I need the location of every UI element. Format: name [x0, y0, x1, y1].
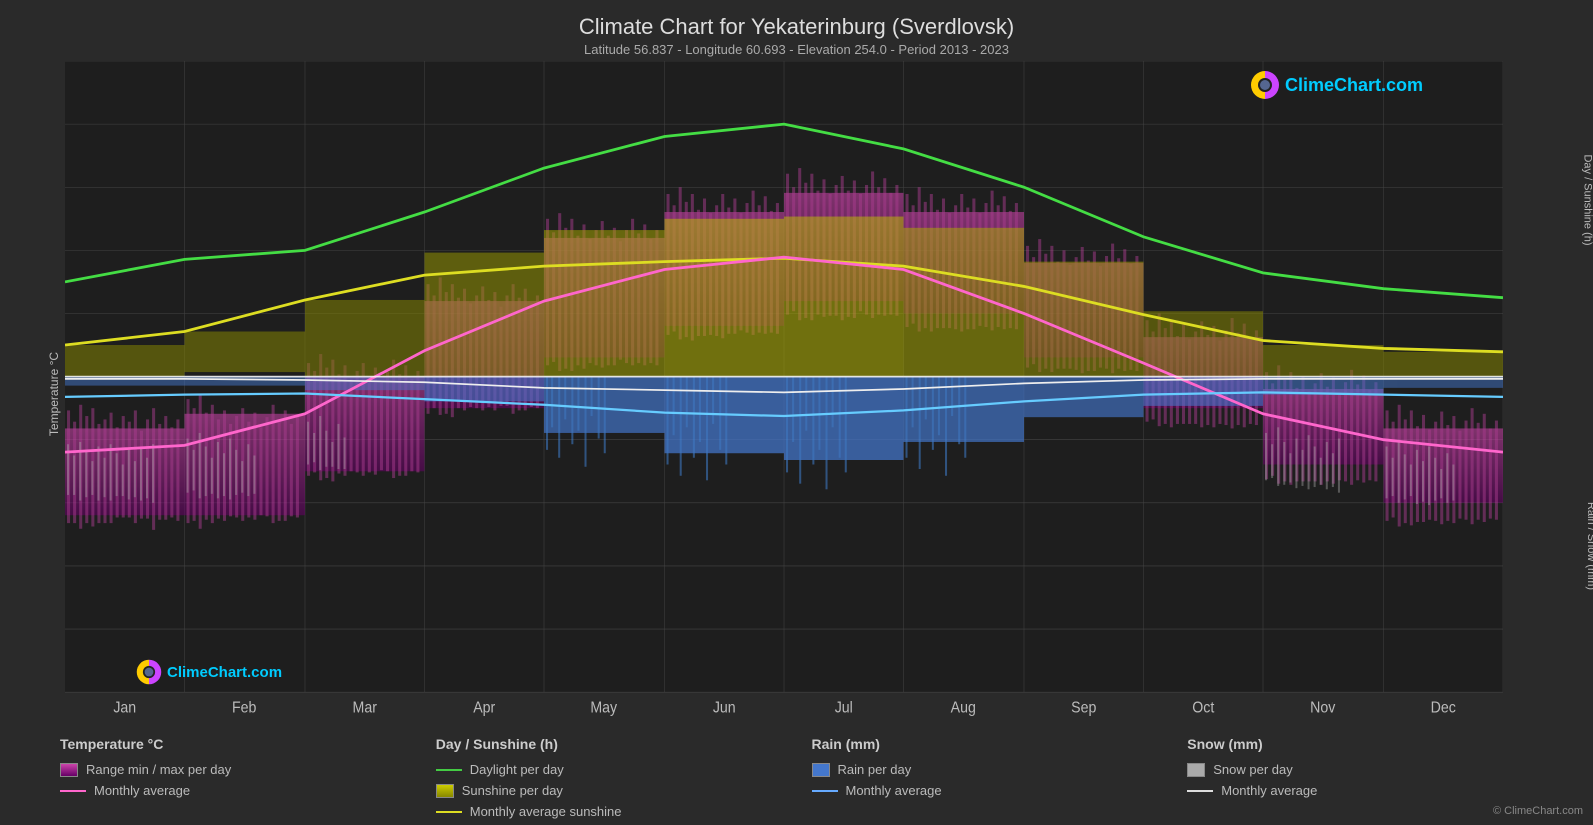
- legend-item-daylight: Daylight per day: [436, 762, 812, 777]
- svg-text:Oct: Oct: [1192, 699, 1215, 717]
- legend-item-sunshine-avg: Monthly average sunshine: [436, 804, 812, 819]
- watermark: © ClimeChart.com: [1493, 805, 1583, 817]
- legend-item-rain-bar: Rain per day: [812, 762, 1188, 777]
- svg-text:Feb: Feb: [232, 699, 256, 717]
- chart-subtitle: Latitude 56.837 - Longitude 60.693 - Ele…: [0, 42, 1593, 61]
- daylight-label: Daylight per day: [470, 762, 564, 777]
- snow-avg-label: Monthly average: [1221, 783, 1317, 798]
- legend-item-snow-bar: Snow per day: [1187, 762, 1563, 777]
- rain-avg-line: [812, 790, 838, 792]
- legend-title-temperature: Temperature °C: [60, 736, 436, 752]
- svg-text:May: May: [590, 699, 617, 717]
- svg-text:Apr: Apr: [473, 699, 495, 717]
- legend-title-rain: Rain (mm): [812, 736, 1188, 752]
- legend-area: Temperature °C Range min / max per day M…: [0, 726, 1593, 825]
- svg-text:Sep: Sep: [1071, 699, 1096, 717]
- chart-title: Climate Chart for Yekaterinburg (Sverdlo…: [0, 0, 1593, 42]
- chart-area-wrapper: Temperature °C: [10, 61, 1583, 726]
- rain-swatch: [812, 763, 830, 777]
- legend-col-temperature: Temperature °C Range min / max per day M…: [60, 736, 436, 819]
- svg-text:Nov: Nov: [1310, 699, 1336, 717]
- y-right-label-bot: Rain / Snow (mm): [1585, 502, 1593, 590]
- legend-col-sunshine: Day / Sunshine (h) Daylight per day Suns…: [436, 736, 812, 819]
- legend-item-temp-range: Range min / max per day: [60, 762, 436, 777]
- temp-avg-label: Monthly average: [94, 783, 190, 798]
- svg-text:Jan: Jan: [113, 699, 136, 717]
- legend-item-rain-avg: Monthly average: [812, 783, 1188, 798]
- chart-logo-top-right: ClimeChart.com: [1249, 69, 1423, 101]
- y-axis-left: Temperature °C: [10, 61, 65, 726]
- temp-range-label: Range min / max per day: [86, 762, 231, 777]
- rain-bar-label: Rain per day: [838, 762, 912, 777]
- y-left-label: Temperature °C: [47, 351, 61, 435]
- chart-svg: Jan Feb Mar Apr May Jun Jul Aug Sep Oct …: [65, 61, 1503, 726]
- svg-text:Dec: Dec: [1431, 699, 1457, 717]
- chart-container: Climate Chart for Yekaterinburg (Sverdlo…: [0, 0, 1593, 825]
- daylight-line: [436, 769, 462, 771]
- svg-text:Jun: Jun: [713, 699, 736, 717]
- sunshine-avg-line: [436, 811, 462, 813]
- legend-item-temp-avg: Monthly average: [60, 783, 436, 798]
- svg-text:Aug: Aug: [951, 699, 976, 717]
- y-right-label-top: Day / Sunshine (h): [1581, 154, 1593, 245]
- legend-title-snow: Snow (mm): [1187, 736, 1563, 752]
- snow-swatch: [1187, 763, 1205, 777]
- legend-title-sunshine: Day / Sunshine (h): [436, 736, 812, 752]
- legend-item-snow-avg: Monthly average: [1187, 783, 1563, 798]
- rain-avg-label: Monthly average: [846, 783, 942, 798]
- chart-logo-bottom-left: ClimeChart.com: [135, 658, 282, 686]
- svg-text:Jul: Jul: [835, 699, 853, 717]
- sunshine-bar-label: Sunshine per day: [462, 783, 563, 798]
- temp-range-swatch: [60, 763, 78, 777]
- legend-col-rain: Rain (mm) Rain per day Monthly average: [812, 736, 1188, 819]
- sunshine-swatch: [436, 784, 454, 798]
- svg-text:Mar: Mar: [353, 699, 377, 717]
- y-axis-right: Day / Sunshine (h) Rain / Snow (mm): [1503, 61, 1583, 726]
- chart-main: Jan Feb Mar Apr May Jun Jul Aug Sep Oct …: [65, 61, 1503, 726]
- legend-item-sunshine-bar: Sunshine per day: [436, 783, 812, 798]
- snow-bar-label: Snow per day: [1213, 762, 1293, 777]
- temp-avg-line: [60, 790, 86, 792]
- sunshine-avg-label: Monthly average sunshine: [470, 804, 622, 819]
- snow-avg-line: [1187, 790, 1213, 792]
